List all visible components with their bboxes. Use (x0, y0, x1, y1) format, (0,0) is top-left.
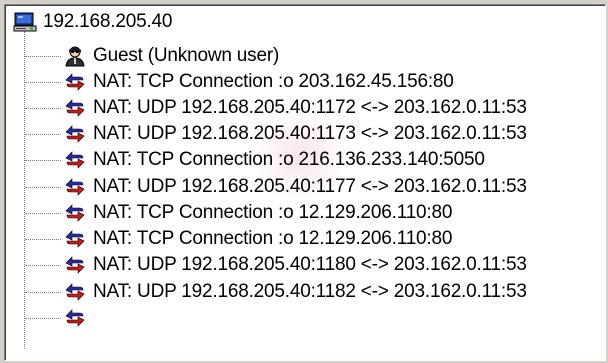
tree-item-nat[interactable]: NAT: TCP Connection :o 12.129.206.110:80 (63, 226, 452, 252)
tree-connector-line (25, 82, 61, 83)
root-label: 192.168.205.40 (43, 11, 173, 32)
nat-arrows-icon (65, 256, 85, 274)
nat-arrows-icon (65, 125, 85, 143)
tree-item-label: NAT: UDP 192.168.205.40:1180 <-> 203.162… (93, 254, 527, 275)
tree-item-nat[interactable]: NAT: TCP Connection :o 216.136.233.140:5… (63, 147, 485, 173)
tree-item-nat[interactable]: NAT: TCP Connection :o 203.162.45.156:80 (63, 69, 454, 95)
tree-connector-line (25, 108, 61, 109)
tree-item-nat[interactable]: NAT: UDP 192.168.205.40:1180 <-> 203.162… (63, 252, 527, 278)
tree-connector-line (25, 318, 61, 319)
tree-connector-line (25, 292, 61, 293)
tree-item-nat[interactable]: NAT: TCP Connection :o 12.129.206.110:80 (63, 200, 452, 226)
tree-item-label: NAT: TCP Connection :o 12.129.206.110:80 (93, 228, 453, 249)
nat-arrows-icon (65, 178, 85, 196)
tree-connector-line (25, 187, 61, 188)
tree-item-nat[interactable]: NAT: UDP 192.168.205.40:1173 <-> 203.162… (63, 121, 527, 147)
tree-item-label: NAT: TCP Connection :o 203.162.45.156:80 (93, 71, 454, 92)
tree-item-guest[interactable]: Guest (Unknown user) (63, 43, 279, 69)
nat-arrows-icon (65, 230, 85, 248)
user-icon (65, 46, 85, 67)
tree-item-label: NAT: UDP 192.168.205.40:1172 <-> 203.162… (93, 97, 527, 118)
tree-connector-line (25, 239, 61, 240)
connection-tree[interactable]: 192.168.205.40 Guest (Unknown user) NAT:… (4, 4, 606, 361)
tree-item-nat[interactable] (63, 305, 93, 331)
tree-root-node[interactable]: 192.168.205.40 (13, 9, 172, 35)
tree-connector-line (25, 265, 61, 266)
nat-arrows-icon (65, 73, 85, 91)
nat-arrows-icon (65, 204, 85, 222)
tree-connector-line (25, 134, 61, 135)
tree-item-label: NAT: UDP 192.168.205.40:1177 <-> 203.162… (93, 176, 527, 197)
tree-item-label: NAT: TCP Connection :o 12.129.206.110:80 (93, 202, 453, 223)
nat-arrows-icon (65, 283, 85, 301)
computer-icon (13, 12, 37, 32)
tree-item-label: NAT: TCP Connection :o 216.136.233.140:5… (93, 149, 485, 170)
tree-connector-line (25, 56, 61, 57)
nat-arrows-icon (65, 151, 85, 169)
nat-arrows-icon (65, 99, 85, 117)
tree-item-nat[interactable]: NAT: UDP 192.168.205.40:1177 <-> 203.162… (63, 174, 527, 200)
tree-item-nat[interactable]: NAT: UDP 192.168.205.40:1172 <-> 203.162… (63, 95, 527, 121)
tree-connector-line (24, 31, 25, 349)
tree-connector-line (25, 160, 61, 161)
tree-connector-line (25, 213, 61, 214)
tree-item-nat[interactable]: NAT: UDP 192.168.205.40:1182 <-> 203.162… (63, 279, 527, 305)
tree-item-label: NAT: UDP 192.168.205.40:1182 <-> 203.162… (93, 281, 527, 302)
nat-arrows-icon (65, 309, 85, 327)
tree-item-label: Guest (Unknown user) (93, 45, 280, 66)
tree-item-label: NAT: UDP 192.168.205.40:1173 <-> 203.162… (93, 123, 527, 144)
